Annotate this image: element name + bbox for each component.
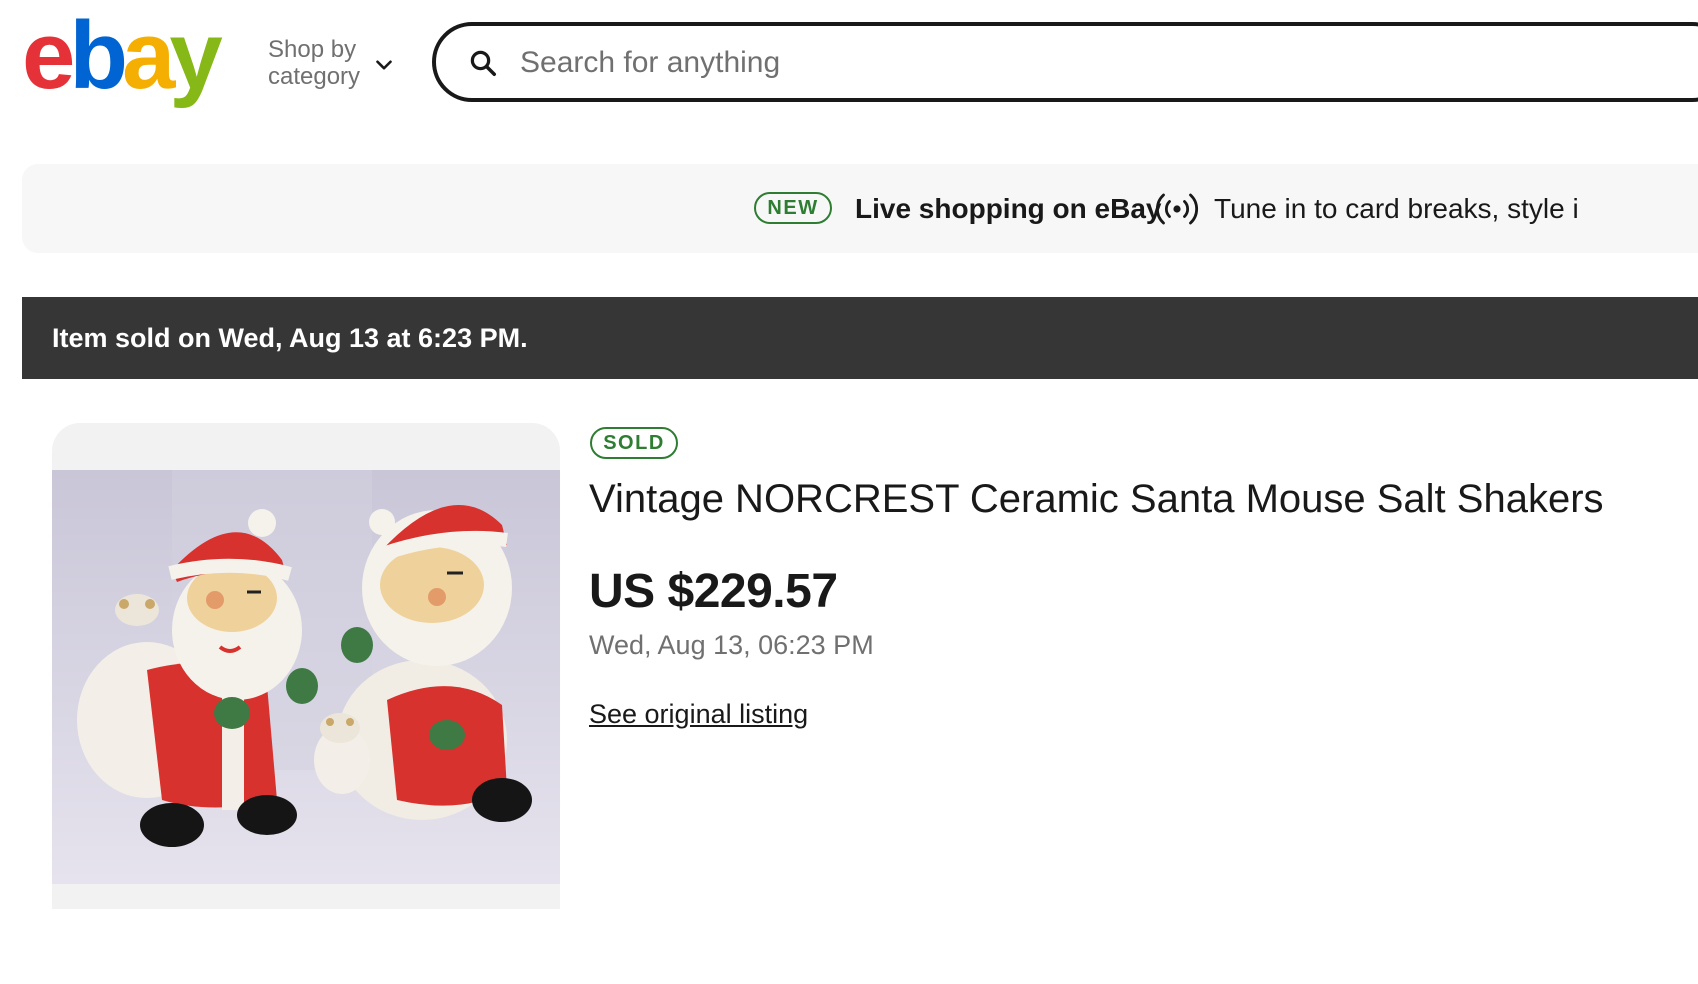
search-input[interactable] <box>518 40 1602 86</box>
ebay-logo[interactable]: ebay <box>22 6 223 106</box>
logo-letter-y: y <box>169 2 222 109</box>
product-photo[interactable] <box>52 470 560 884</box>
search-icon[interactable] <box>468 48 498 78</box>
shop-by-category-label: Shop by category <box>268 36 361 90</box>
sold-notice-text: Item sold on Wed, Aug 13 at 6:23 PM. <box>52 323 528 353</box>
new-badge: NEW <box>754 192 832 224</box>
logo-letter-b: b <box>69 2 128 109</box>
see-original-listing-link[interactable]: See original listing <box>589 697 808 731</box>
item-price: US $229.57 <box>589 565 838 618</box>
sold-badge: SOLD <box>590 427 678 459</box>
sold-date: Wed, Aug 13, 06:23 PM <box>589 630 874 660</box>
promo-subtitle: Tune in to card breaks, style i <box>1214 193 1579 224</box>
shop-by-category-button[interactable]: Shop by category <box>268 36 418 92</box>
live-broadcast-icon <box>1156 193 1198 225</box>
search-bar <box>432 22 1698 102</box>
logo-letter-a: a <box>122 2 175 109</box>
chevron-down-icon <box>376 60 392 70</box>
item-title: Vintage NORCREST Ceramic Santa Mouse Sal… <box>589 477 1604 521</box>
logo-letter-e: e <box>22 2 75 109</box>
promo-title: Live shopping on eBay <box>855 193 1162 224</box>
